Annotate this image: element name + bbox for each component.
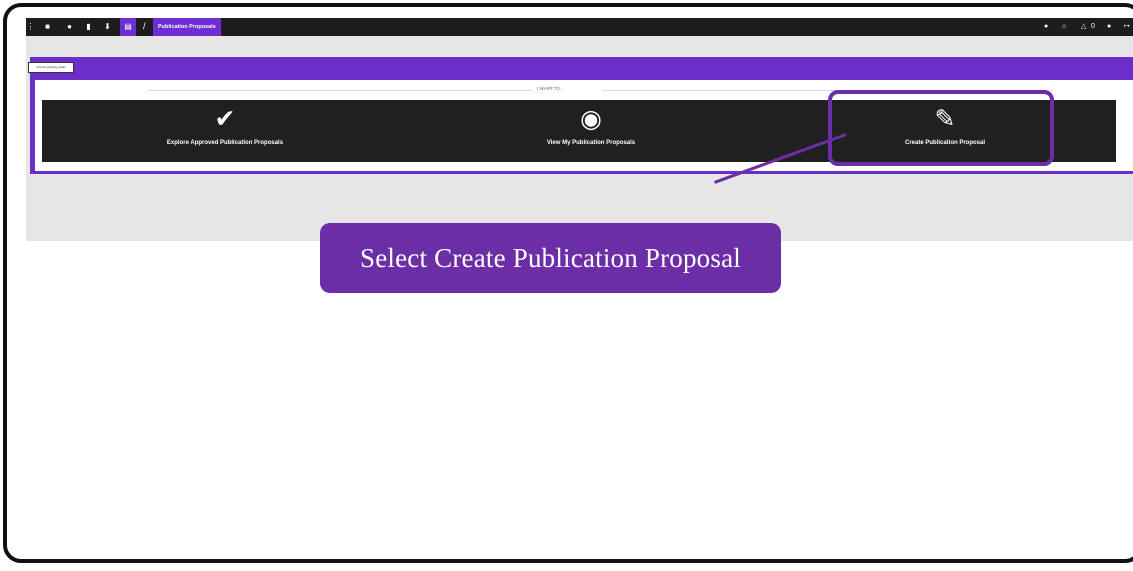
grid-icon[interactable]: ■ [43,22,52,31]
check-icon: ✔ [214,105,236,133]
user-icon[interactable]: ● [1107,22,1111,31]
eye-icon: ◉ [580,105,602,133]
option-label: Explore Approved Publication Proposals [166,140,284,146]
menu-icon[interactable]: ⋮ [26,22,35,31]
explore-approved-proposals-button[interactable]: ✔ Explore Approved Publication Proposals [42,100,408,162]
instruction-callout: Select Create Publication Proposal [320,223,781,293]
bank-icon[interactable]: ⌂ [1062,22,1066,31]
document-icon[interactable]: ▮ [84,22,93,31]
query-badge[interactable]: Vytvorit prazdny dotaz [28,62,74,73]
breadcrumb-separator: / [143,21,146,31]
notification-count[interactable]: 0 [1091,22,1095,31]
option-label: View My Publication Proposals [546,140,636,146]
download-icon[interactable]: ⬇ [103,22,112,31]
create-proposal-highlight [828,90,1054,166]
view-my-proposals-button[interactable]: ◉ View My Publication Proposals [408,100,774,162]
database-icon[interactable]: ● [65,22,74,31]
publications-icon[interactable]: ▤ [120,18,136,36]
options-prompt: I WANT TO... [537,86,564,91]
bell-icon[interactable]: △ [1081,22,1086,31]
top-navigation-bar: ⋮ ■ ● ▮ ⬇ ▤ / Publication Proposals ● ⌂ … [26,18,1133,36]
logout-icon[interactable]: ↦ [1124,22,1130,31]
breadcrumb-current[interactable]: Publication Proposals [153,18,221,36]
divider-left [148,90,532,91]
help-icon[interactable]: ● [1044,22,1048,31]
